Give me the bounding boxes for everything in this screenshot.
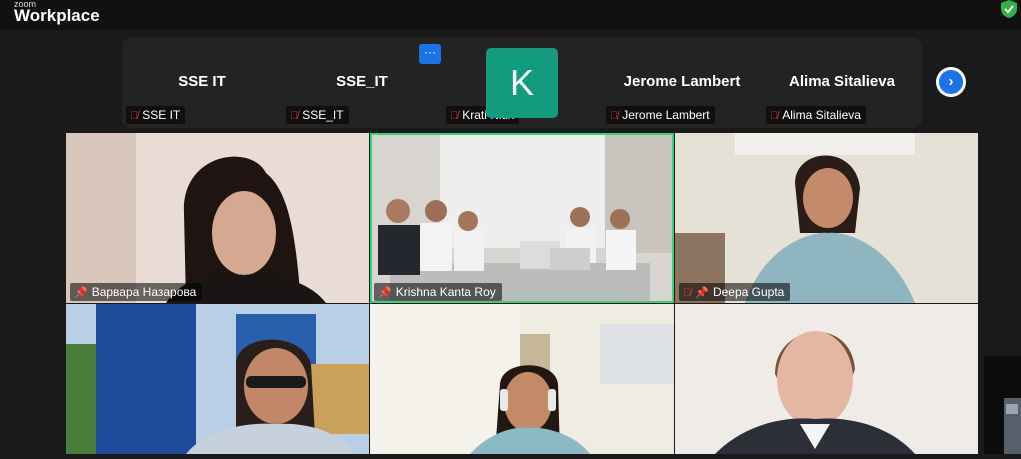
participant-label-text: Krishna Kanta Roy: [395, 285, 496, 299]
app-logo: zoom Workplace: [14, 0, 100, 24]
participant-label-text: Deepa Gupta: [712, 285, 785, 299]
strip-tile-jerome-lambert[interactable]: Jerome Lambert 🎙̸ Jerome Lambert: [602, 38, 762, 128]
more-options-button[interactable]: ···: [419, 44, 441, 64]
mic-muted-icon: 🎙̸: [683, 287, 692, 299]
participant-label: 🎙̸ Alima Sitalieva: [766, 106, 866, 124]
participant-name: Jerome Lambert: [623, 73, 741, 90]
security-shield-icon[interactable]: [1001, 0, 1017, 18]
top-bar: zoom Workplace: [0, 0, 1021, 30]
video-tile-participant-4[interactable]: [66, 304, 369, 454]
participant-label-text: SSE_IT: [302, 108, 344, 122]
participant-label: 🎙̸ 📌 Deepa Gupta: [679, 283, 791, 301]
participant-label-text: Jerome Lambert: [622, 108, 710, 122]
video-tile-participant-6[interactable]: [675, 304, 978, 454]
strip-tile-sse-it-2[interactable]: SSE_IT 🎙̸ SSE_IT: [282, 38, 442, 128]
chevron-right-icon: ›: [939, 70, 963, 94]
mic-muted-icon: 🎙̸: [130, 110, 139, 122]
video-feed: [66, 133, 369, 303]
video-feed: [370, 133, 674, 303]
pin-icon: 📌: [695, 287, 709, 299]
strip-tile-alima-sitalieva[interactable]: Alima Sitalieva 🎙̸ Alima Sitalieva: [762, 38, 922, 128]
participant-label: 🎙̸ SSE IT: [126, 106, 186, 124]
video-feed: [370, 304, 674, 454]
video-feed: [984, 356, 1021, 454]
video-feed: [675, 133, 978, 303]
pin-icon: 📌: [378, 287, 392, 299]
mic-muted-icon: 🎙̸: [290, 110, 299, 122]
video-tile-varvara[interactable]: 📌 Варвара Назарова: [66, 133, 369, 303]
participant-label: 📌 Krishna Kanta Roy: [374, 283, 502, 301]
next-page-button[interactable]: ›: [936, 67, 966, 97]
self-view-thumbnail[interactable]: [984, 356, 1021, 454]
participant-name: SSE IT: [178, 73, 226, 90]
pin-icon: 📌: [74, 287, 88, 299]
video-tile-deepa-gupta[interactable]: 🎙̸ 📌 Deepa Gupta: [675, 133, 978, 303]
participant-label: 📌 Варвара Назарова: [70, 283, 203, 301]
strip-tile-sse-it[interactable]: SSE IT 🎙̸ SSE IT: [122, 38, 282, 128]
participant-name: Alima Sitalieva: [789, 73, 895, 90]
video-feed: [675, 304, 978, 454]
participant-name: SSE_IT: [336, 73, 388, 90]
mic-muted-icon: 🎙̸: [450, 110, 459, 122]
avatar: K: [486, 48, 558, 118]
video-tile-participant-5[interactable]: [370, 304, 674, 454]
video-tile-krishna-kanta-roy[interactable]: 📌 Krishna Kanta Roy: [370, 133, 674, 303]
participant-label-text: Alima Sitalieva: [782, 108, 861, 122]
participant-label-text: Варвара Назарова: [91, 285, 197, 299]
brand-title: Workplace: [14, 6, 100, 25]
participant-label: 🎙̸ Jerome Lambert: [606, 106, 715, 124]
mic-muted-icon: 🎙̸: [770, 110, 779, 122]
participant-label: 🎙̸ SSE_IT: [286, 106, 349, 124]
video-feed: [66, 304, 369, 454]
mic-muted-icon: 🎙̸: [610, 110, 619, 122]
participant-label-text: SSE IT: [142, 108, 181, 122]
participant-strip: SSE IT 🎙̸ SSE IT SSE_IT 🎙̸ SSE_IT 🎙̸ Krati …: [122, 38, 922, 128]
